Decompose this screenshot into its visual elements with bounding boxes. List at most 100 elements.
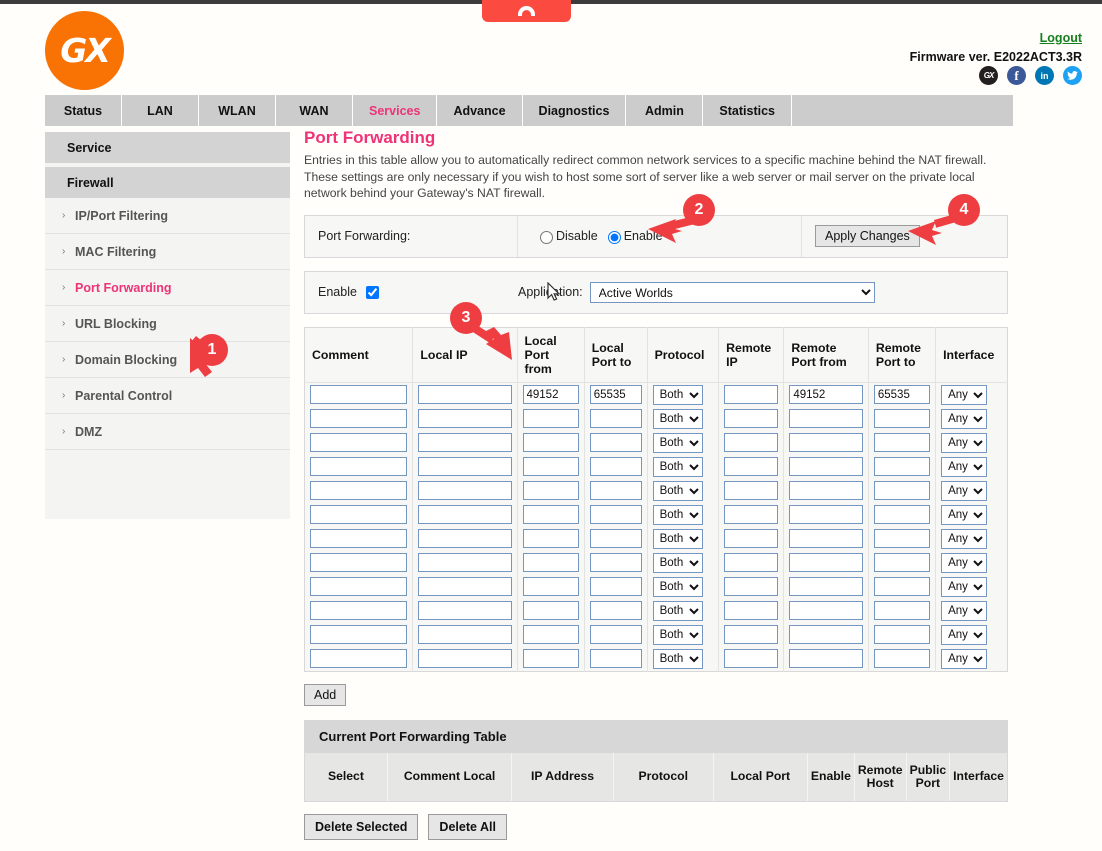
local-ip-input[interactable] [418, 505, 512, 525]
comment-input[interactable] [310, 577, 408, 597]
remote-ip-input[interactable] [724, 649, 779, 669]
local-port-from-input[interactable] [522, 433, 579, 453]
remote-ip-input[interactable] [724, 529, 779, 549]
interface-select[interactable]: Any [941, 456, 988, 477]
nav-tab-status[interactable]: Status [45, 95, 122, 126]
nav-tab-wan[interactable]: WAN [276, 95, 353, 126]
sidebar-item-parental-control[interactable]: › Parental Control [45, 378, 290, 414]
local-port-to-input[interactable] [589, 529, 642, 549]
remote-port-to-input[interactable] [873, 577, 931, 597]
delete-selected-button[interactable]: Delete Selected [304, 813, 419, 840]
radio-enable[interactable]: Enable [603, 228, 663, 244]
sidebar-item-port-forwarding[interactable]: › Port Forwarding [45, 270, 290, 306]
local-port-to-input[interactable] [589, 577, 642, 597]
nav-tab-admin[interactable]: Admin [626, 95, 704, 126]
protocol-select[interactable]: Both [652, 432, 703, 453]
application-select[interactable]: Active Worlds [589, 281, 875, 303]
remote-port-from-input[interactable] [789, 529, 863, 549]
gx-social-icon[interactable]: GX [979, 66, 998, 85]
local-port-to-input[interactable] [589, 457, 642, 477]
remote-port-to-input[interactable] [873, 481, 931, 501]
sidebar-item-mac-filtering[interactable]: › MAC Filtering [45, 234, 290, 270]
protocol-select[interactable]: Both [652, 504, 703, 525]
protocol-select[interactable]: Both [652, 600, 703, 621]
sidebar-item-domain-blocking[interactable]: › Domain Blocking [45, 342, 290, 378]
protocol-select[interactable]: Both [652, 648, 703, 669]
nav-tab-lan[interactable]: LAN [122, 95, 199, 126]
local-port-to-input[interactable] [589, 601, 642, 621]
comment-input[interactable] [310, 433, 408, 453]
interface-select[interactable]: Any [941, 528, 988, 549]
local-port-to-input[interactable] [589, 505, 642, 525]
local-port-to-input[interactable] [589, 433, 642, 453]
remote-port-from-input[interactable] [789, 409, 863, 429]
remote-port-from-input[interactable] [789, 601, 863, 621]
comment-input[interactable] [310, 625, 408, 645]
comment-input[interactable] [310, 457, 408, 477]
nav-tab-statistics[interactable]: Statistics [703, 95, 792, 126]
remote-ip-input[interactable] [724, 481, 779, 501]
remote-port-to-input[interactable] [873, 409, 931, 429]
comment-input[interactable] [310, 553, 408, 573]
comment-input[interactable] [310, 505, 408, 525]
local-ip-input[interactable] [418, 601, 512, 621]
local-port-from-input[interactable] [522, 553, 579, 573]
protocol-select[interactable]: Both [652, 528, 703, 549]
interface-select[interactable]: Any [941, 384, 988, 405]
remote-port-from-input[interactable] [789, 481, 863, 501]
local-port-from-input[interactable] [522, 649, 579, 669]
local-port-to-input[interactable] [589, 625, 642, 645]
remote-ip-input[interactable] [724, 553, 779, 573]
enable-checkbox[interactable] [365, 285, 379, 299]
local-ip-input[interactable] [418, 577, 512, 597]
remote-port-from-input[interactable] [789, 385, 863, 405]
local-ip-input[interactable] [418, 409, 512, 429]
comment-input[interactable] [310, 649, 408, 669]
remote-port-to-input[interactable] [873, 649, 931, 669]
protocol-select[interactable]: Both [652, 480, 703, 501]
local-port-from-input[interactable] [522, 577, 579, 597]
protocol-select[interactable]: Both [652, 384, 703, 405]
remote-port-from-input[interactable] [789, 457, 863, 477]
remote-ip-input[interactable] [724, 625, 779, 645]
nav-tab-wlan[interactable]: WLAN [199, 95, 276, 126]
remote-port-to-input[interactable] [873, 505, 931, 525]
nav-tab-services[interactable]: Services [353, 95, 438, 126]
local-port-from-input[interactable] [522, 601, 579, 621]
local-ip-input[interactable] [418, 649, 512, 669]
comment-input[interactable] [310, 409, 408, 429]
radio-disable-input[interactable] [540, 231, 553, 244]
local-ip-input[interactable] [418, 457, 512, 477]
remote-port-to-input[interactable] [873, 601, 931, 621]
remote-port-from-input[interactable] [789, 577, 863, 597]
local-port-to-input[interactable] [589, 649, 642, 669]
comment-input[interactable] [310, 481, 408, 501]
remote-port-from-input[interactable] [789, 625, 863, 645]
remote-ip-input[interactable] [724, 577, 779, 597]
facebook-icon[interactable]: f [1007, 66, 1026, 85]
protocol-select[interactable]: Both [652, 552, 703, 573]
interface-select[interactable]: Any [941, 504, 988, 525]
sidebar-item-dmz[interactable]: › DMZ [45, 414, 290, 450]
linkedin-icon[interactable]: in [1035, 66, 1054, 85]
logout-link[interactable]: Logout [1040, 31, 1082, 45]
protocol-select[interactable]: Both [652, 624, 703, 645]
protocol-select[interactable]: Both [652, 408, 703, 429]
interface-select[interactable]: Any [941, 648, 988, 669]
remote-ip-input[interactable] [724, 505, 779, 525]
interface-select[interactable]: Any [941, 600, 988, 621]
remote-port-to-input[interactable] [873, 385, 931, 405]
local-port-from-input[interactable] [522, 481, 579, 501]
sidebar-item-ip-port-filtering[interactable]: › IP/Port Filtering [45, 198, 290, 234]
local-ip-input[interactable] [418, 529, 512, 549]
remote-ip-input[interactable] [724, 385, 779, 405]
protocol-select[interactable]: Both [652, 576, 703, 597]
local-ip-input[interactable] [418, 385, 512, 405]
remote-port-to-input[interactable] [873, 529, 931, 549]
local-ip-input[interactable] [418, 481, 512, 501]
local-port-to-input[interactable] [589, 553, 642, 573]
local-port-from-input[interactable] [522, 529, 579, 549]
radio-enable-input[interactable] [607, 231, 621, 244]
radio-disable[interactable]: Disable [535, 228, 598, 244]
interface-select[interactable]: Any [941, 576, 988, 597]
